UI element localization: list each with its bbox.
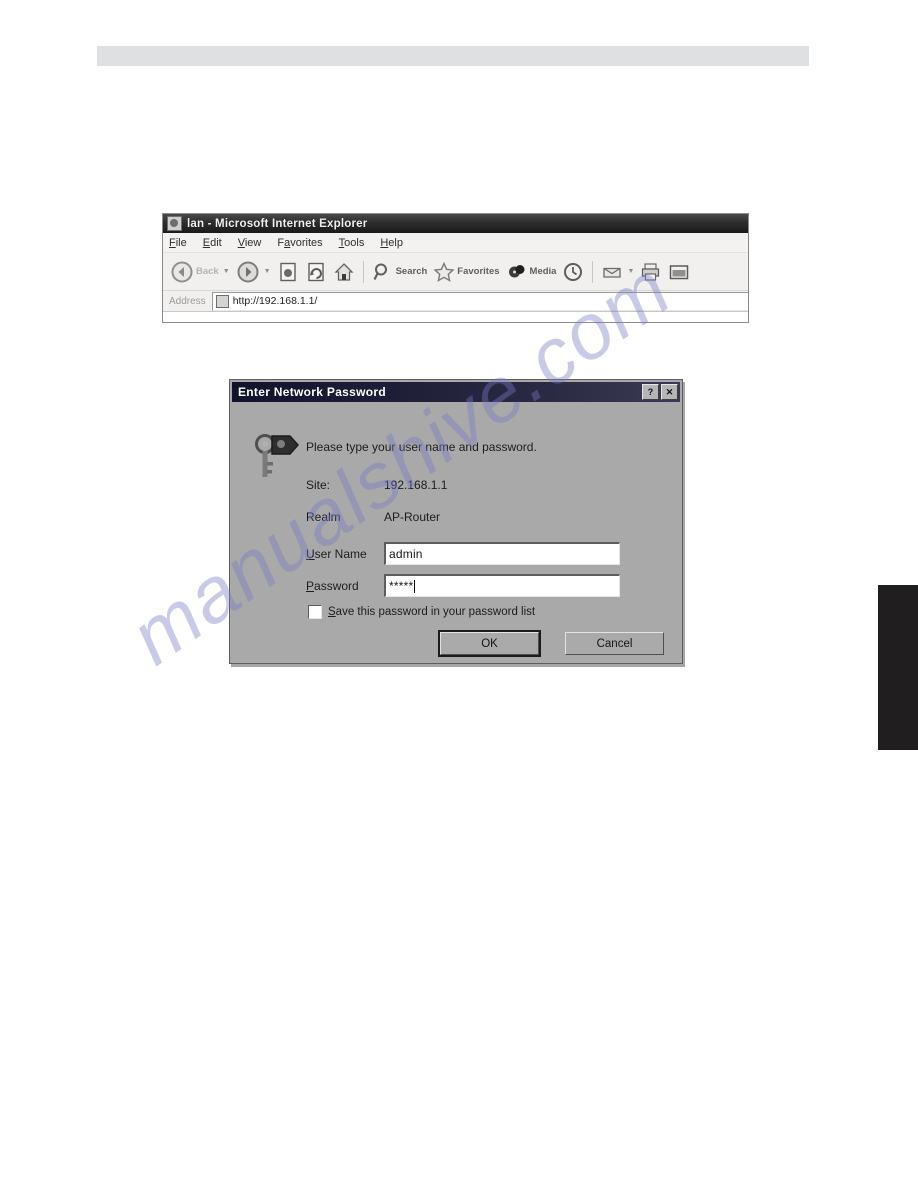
dialog-title: Enter Network Password <box>238 385 386 399</box>
menu-item-favorites-rest: vorites <box>290 236 323 249</box>
address-label: Address <box>169 295 206 307</box>
browser-titlebar: lan - Microsoft Internet Explorer <box>163 214 748 233</box>
username-row: User Name admin <box>306 542 620 565</box>
browser-window: lan - Microsoft Internet Explorer File E… <box>163 214 748 322</box>
page-icon <box>215 294 229 308</box>
mail-icon <box>603 267 622 278</box>
realm-row: Realm AP-Router <box>306 510 440 524</box>
menu-item-favorites[interactable]: Favorites <box>277 237 322 249</box>
media-icon <box>508 264 525 277</box>
address-input[interactable]: http://192.168.1.1/ <box>211 291 748 311</box>
refresh-button[interactable] <box>302 257 330 287</box>
media-button[interactable]: Media <box>503 257 560 287</box>
help-button[interactable]: ? <box>642 384 659 400</box>
print-icon <box>642 262 660 281</box>
page-header-band <box>97 46 809 66</box>
username-label: User Name <box>306 546 367 561</box>
key-lock-icon <box>255 434 300 477</box>
star-icon <box>433 261 455 282</box>
dialog-title-buttons: ? ✕ <box>642 384 678 400</box>
save-password-label: Save this password in your password list <box>328 606 536 618</box>
cancel-button[interactable]: Cancel <box>565 632 664 655</box>
site-row: Site: 192.168.1.1 <box>306 478 447 492</box>
menu-item-tools-rest: ools <box>344 236 365 249</box>
menu-item-view-rest: iew <box>244 236 262 249</box>
stop-icon <box>279 262 296 281</box>
search-button[interactable]: Search <box>369 257 431 287</box>
back-arrow-icon <box>171 261 193 282</box>
username-value: admin <box>389 547 423 561</box>
toolbar-separator-2 <box>592 260 594 283</box>
menu-item-edit-rest: dit <box>210 236 222 249</box>
edit-page-icon <box>670 264 689 279</box>
browser-toolbar: Back ▼ ▼ Search Favorites Media ▼ <box>163 253 748 291</box>
stop-button[interactable] <box>274 257 302 287</box>
back-button[interactable]: Back <box>167 257 222 287</box>
mail-dropdown-caret-icon[interactable]: ▼ <box>627 268 634 275</box>
menu-item-edit[interactable]: Edit <box>203 237 222 249</box>
page-edge-tab-marker <box>878 585 918 750</box>
save-password-checkbox[interactable] <box>308 605 322 619</box>
history-icon <box>564 262 583 281</box>
menu-item-file[interactable]: File <box>169 237 187 249</box>
history-button[interactable] <box>559 257 587 287</box>
refresh-icon <box>307 262 324 281</box>
realm-value: AP-Router <box>384 510 441 524</box>
menu-item-view[interactable]: View <box>238 237 262 249</box>
search-button-label: Search <box>395 266 428 277</box>
password-value: ***** <box>389 579 414 593</box>
browser-menubar: File Edit View Favorites Tools Help <box>163 233 748 253</box>
dialog-prompt: Please type your user name and password. <box>306 440 537 454</box>
dialog-titlebar: Enter Network Password ? ✕ <box>232 382 680 402</box>
home-icon <box>334 262 354 281</box>
ok-button[interactable]: OK <box>440 632 539 655</box>
edit-page-button[interactable] <box>665 257 693 287</box>
browser-title: lan - Microsoft Internet Explorer <box>187 217 368 230</box>
mail-button[interactable] <box>598 257 626 287</box>
text-caret <box>414 579 416 593</box>
password-row: Password ***** <box>306 574 620 597</box>
username-input[interactable]: admin <box>384 542 620 565</box>
forward-button[interactable] <box>233 257 263 287</box>
dialog-button-row: OK Cancel <box>440 632 664 655</box>
menu-item-help-rest: elp <box>388 236 403 249</box>
password-label: Password <box>306 578 359 593</box>
realm-label: Realm <box>306 510 341 524</box>
menu-item-file-rest: ile <box>175 236 187 249</box>
password-dialog: Enter Network Password ? ✕ Please type y… <box>229 379 683 664</box>
media-button-label: Media <box>529 266 557 277</box>
address-value: http://192.168.1.1/ <box>232 295 318 307</box>
menu-item-tools[interactable]: Tools <box>339 237 365 249</box>
ie-logo-icon <box>167 216 182 231</box>
favorites-button-label: Favorites <box>457 266 500 277</box>
back-button-label: Back <box>196 266 219 277</box>
forward-arrow-icon <box>237 261 259 282</box>
home-button[interactable] <box>330 257 358 287</box>
back-dropdown-caret-icon[interactable]: ▼ <box>223 268 230 275</box>
search-icon <box>373 263 387 280</box>
toolbar-separator-1 <box>362 260 364 283</box>
forward-dropdown-caret-icon[interactable]: ▼ <box>264 268 271 275</box>
dialog-body: Please type your user name and password.… <box>230 402 682 663</box>
address-bar: Address http://192.168.1.1/ <box>163 291 748 311</box>
browser-page-area <box>163 311 748 322</box>
print-button[interactable] <box>637 257 665 287</box>
site-label: Site: <box>306 478 331 492</box>
site-value: 192.168.1.1 <box>384 478 448 492</box>
menu-item-help[interactable]: Help <box>380 237 403 249</box>
close-button[interactable]: ✕ <box>661 384 678 400</box>
favorites-button[interactable]: Favorites <box>430 257 502 287</box>
password-input[interactable]: ***** <box>384 574 620 597</box>
save-password-row[interactable]: Save this password in your password list <box>308 605 535 619</box>
